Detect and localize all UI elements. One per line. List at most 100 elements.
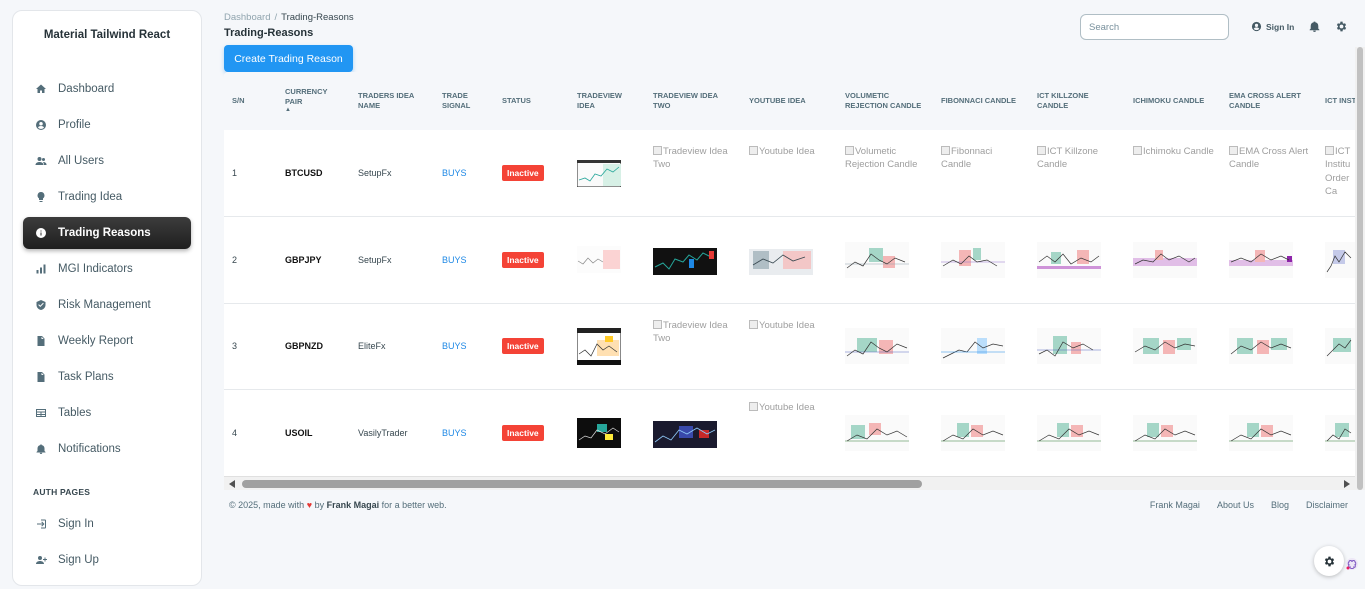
- sidebar-item-notifications[interactable]: Notifications: [23, 433, 191, 465]
- scroll-left-arrow-icon[interactable]: [229, 480, 235, 488]
- broken-image[interactable]: Tradeview Idea Two: [653, 319, 735, 346]
- sidebar-item-sign-in[interactable]: Sign In: [23, 508, 191, 540]
- broken-image[interactable]: Ichimoku Candle: [1133, 145, 1215, 158]
- chart-thumbnail-image[interactable]: [577, 246, 621, 274]
- vertical-scrollbar-thumb[interactable]: [1357, 47, 1363, 490]
- chart-thumbnail-image[interactable]: [845, 328, 909, 365]
- chart-thumbnail-image[interactable]: [577, 159, 621, 187]
- broken-image[interactable]: Youtube Idea: [749, 319, 831, 332]
- chart-thumbnail-image[interactable]: [1229, 241, 1293, 278]
- chart-thumbnail-image[interactable]: [1229, 414, 1293, 451]
- chart-thumbnail-image[interactable]: [1133, 328, 1197, 365]
- broken-image[interactable]: Volumetic Rejection Candle: [845, 145, 927, 172]
- column-header-status[interactable]: Status: [494, 72, 569, 130]
- sidebar-item-all-users[interactable]: All Users: [23, 145, 191, 177]
- column-header-ict-institutional-order-candle[interactable]: ICT Institu Order Candle: [1317, 72, 1355, 130]
- column-header-fibonnaci-candle[interactable]: Fibonnaci Candle: [933, 72, 1029, 130]
- broken-image[interactable]: Youtube Idea: [749, 145, 831, 158]
- image-alt-text: EMA Cross Alert Candle: [1229, 146, 1309, 171]
- chart-thumbnail-image[interactable]: [845, 414, 909, 451]
- scrollbar-thumb[interactable]: [242, 480, 922, 488]
- horizontal-scrollbar[interactable]: [224, 476, 1355, 490]
- column-header-traders-idea-name[interactable]: Traders Idea Name: [350, 72, 434, 130]
- vertical-scrollbar[interactable]: [1355, 47, 1365, 490]
- column-header-tradeview-idea-two[interactable]: Tradeview Idea Two: [645, 72, 741, 130]
- column-header-volumetic-rejection-candle[interactable]: Volumetic Rejection Candle: [837, 72, 933, 130]
- column-header-currency-pair[interactable]: Currency Pair ▲: [277, 72, 350, 130]
- cell-ict-killzone-candle: [1029, 217, 1125, 304]
- chart-thumbnail-image[interactable]: [577, 417, 621, 448]
- sidebar-item-label: Notifications: [58, 443, 121, 455]
- column-header-trade-signal[interactable]: Trade Signal: [434, 72, 494, 130]
- broken-image[interactable]: Fibonnaci Candle: [941, 145, 1023, 172]
- document-icon: [34, 334, 48, 348]
- bell-icon: [34, 442, 48, 456]
- chart-thumbnail-image[interactable]: [1037, 241, 1101, 278]
- brand-title[interactable]: Material Tailwind React: [13, 29, 201, 41]
- sidebar-item-trading-reasons[interactable]: Trading Reasons: [23, 217, 191, 249]
- bell-icon[interactable]: [1308, 20, 1321, 33]
- broken-image-icon: [1133, 146, 1142, 155]
- chart-thumbnail-image[interactable]: [845, 241, 909, 278]
- chart-thumbnail-image[interactable]: [1325, 414, 1355, 451]
- chart-thumbnail-image[interactable]: [1229, 328, 1293, 365]
- chart-thumbnail-image[interactable]: [1133, 241, 1197, 278]
- column-header-ichimoku-candle[interactable]: Ichimoku Candle: [1125, 72, 1221, 130]
- footer-link-blog[interactable]: Blog: [1271, 500, 1289, 510]
- chart-thumbnail-image[interactable]: [653, 244, 717, 275]
- sidebar-item-profile[interactable]: Profile: [23, 109, 191, 141]
- broken-image[interactable]: Tradeview Idea Two: [653, 145, 735, 172]
- sidebar-item-weekly-report[interactable]: Weekly Report: [23, 325, 191, 357]
- broken-image[interactable]: ICT Institu Order Ca: [1325, 145, 1355, 198]
- cell-tradeview-idea: [569, 130, 645, 217]
- by-text: by: [314, 500, 325, 510]
- cell-ict-institutional-order-candle: [1317, 303, 1355, 390]
- sidebar-item-mgi-indicators[interactable]: MGI Indicators: [23, 253, 191, 285]
- column-header-tradeview-idea[interactable]: Tradeview Idea: [569, 72, 645, 130]
- footer-link-about-us[interactable]: About Us: [1217, 500, 1254, 510]
- broken-image[interactable]: ICT Killzone Candle: [1037, 145, 1119, 172]
- chart-thumbnail-image[interactable]: [1325, 328, 1355, 365]
- sidebar-item-dashboard[interactable]: Dashboard: [23, 73, 191, 105]
- sidebar-item-risk-management[interactable]: Risk Management: [23, 289, 191, 321]
- settings-fab-button[interactable]: [1314, 546, 1344, 576]
- sidebar-item-task-plans[interactable]: Task Plans: [23, 361, 191, 393]
- chart-thumbnail-image[interactable]: [577, 327, 621, 365]
- chart-thumbnail-image[interactable]: [749, 244, 813, 275]
- sidebar-item-label: Dashboard: [58, 83, 115, 95]
- column-header-sn[interactable]: S/N: [224, 72, 277, 130]
- sidebar-item-trading-idea[interactable]: Trading Idea: [23, 181, 191, 213]
- extension-brain-icon[interactable]: [1345, 557, 1359, 571]
- broken-image[interactable]: EMA Cross Alert Candle: [1229, 145, 1311, 172]
- broken-image[interactable]: Youtube Idea: [749, 401, 831, 414]
- search-input[interactable]: [1080, 14, 1229, 40]
- sidebar-item-sign-up[interactable]: Sign Up: [23, 544, 191, 576]
- image-alt-text: Youtube Idea: [759, 319, 815, 331]
- chart-thumbnail-image[interactable]: [941, 414, 1005, 451]
- author-link[interactable]: Frank Magai: [327, 500, 380, 510]
- footer-link-frank-magai[interactable]: Frank Magai: [1150, 500, 1200, 510]
- chart-thumbnail-image[interactable]: [1325, 241, 1355, 278]
- chart-thumbnail-image[interactable]: [941, 328, 1005, 365]
- broken-image-icon: [653, 146, 662, 155]
- chart-thumbnail-image[interactable]: [1037, 328, 1101, 365]
- column-header-youtube-idea[interactable]: Youtube Idea: [741, 72, 837, 130]
- sign-in-button[interactable]: Sign In: [1251, 21, 1294, 32]
- sidebar-item-tables[interactable]: Tables: [23, 397, 191, 429]
- page-title: Trading-Reasons: [224, 27, 314, 39]
- column-header-ict-killzone-candle[interactable]: ICT Killzone Candle: [1029, 72, 1125, 130]
- chart-thumbnail-image[interactable]: [653, 417, 717, 448]
- chart-thumbnail-image[interactable]: [941, 241, 1005, 278]
- bar-chart-icon: [34, 262, 48, 276]
- scroll-right-arrow-icon[interactable]: [1344, 480, 1350, 488]
- create-trading-reason-button[interactable]: Create Trading Reason: [224, 45, 353, 72]
- footer-link-disclaimer[interactable]: Disclaimer: [1306, 500, 1348, 510]
- image-alt-text: Ichimoku Candle: [1143, 146, 1214, 157]
- gear-icon[interactable]: [1335, 20, 1348, 33]
- sidebar-item-label: Sign Up: [58, 554, 99, 566]
- sort-up-icon[interactable]: ▲: [285, 107, 344, 115]
- column-header-ema-cross-alert-candle[interactable]: EMA Cross Alert Candle: [1221, 72, 1317, 130]
- breadcrumb-root[interactable]: Dashboard: [224, 12, 270, 23]
- chart-thumbnail-image[interactable]: [1133, 414, 1197, 451]
- chart-thumbnail-image[interactable]: [1037, 414, 1101, 451]
